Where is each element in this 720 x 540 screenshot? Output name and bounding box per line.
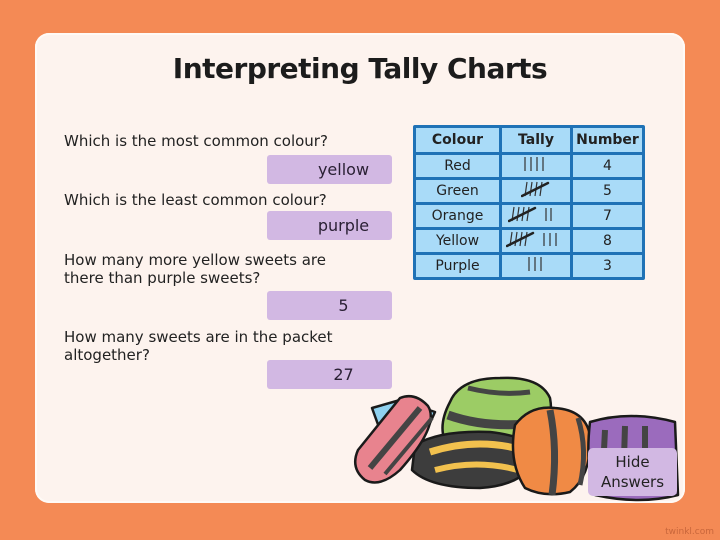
hide-answers-button[interactable]: Hide Answers xyxy=(588,448,677,496)
tally-gate-icon xyxy=(520,181,550,198)
cell-number: 5 xyxy=(573,180,642,202)
table-row: Green 5 xyxy=(416,180,642,202)
cell-colour: Yellow xyxy=(416,230,499,252)
hide-answers-line1: Hide xyxy=(615,453,650,471)
cell-number: 3 xyxy=(573,255,642,277)
brand-watermark: twinkl.com xyxy=(665,527,714,537)
question-altogether: How many sweets are in the packet altoge… xyxy=(64,328,333,364)
hide-answers-line2: Answers xyxy=(600,473,665,491)
cell-colour: Purple xyxy=(416,255,499,277)
question-least-common: Which is the least common colour? xyxy=(64,191,327,209)
header-colour: Colour xyxy=(416,128,499,152)
cell-number: 4 xyxy=(573,155,642,177)
question-most-common: Which is the most common colour? xyxy=(64,132,328,150)
table-row: Purple 3 xyxy=(416,255,642,277)
answer-text: 5 xyxy=(338,296,349,315)
question-line: How many sweets are in the packet xyxy=(64,328,333,346)
cell-colour: Green xyxy=(416,180,499,202)
cell-tally xyxy=(502,155,570,177)
cell-tally xyxy=(502,180,570,202)
question-line: there than purple sweets? xyxy=(64,269,261,287)
answer-text: yellow xyxy=(317,160,370,179)
table-row: Orange 7 xyxy=(416,205,642,227)
tally-gate-plus-two-icon xyxy=(507,206,552,223)
answer-how-many-more[interactable]: 5 xyxy=(267,291,392,320)
table-row: Yellow 8 xyxy=(416,230,642,252)
cell-tally xyxy=(502,255,570,277)
table-header-row: Colour Tally Number xyxy=(416,128,642,152)
answer-text: purple xyxy=(317,216,370,235)
header-tally: Tally xyxy=(502,128,570,152)
table-row: Red 4 xyxy=(416,155,642,177)
cell-colour: Orange xyxy=(416,205,499,227)
tally-table: Colour Tally Number Red 4 Green 5 Orange xyxy=(413,125,645,280)
cell-tally xyxy=(502,230,570,252)
header-number: Number xyxy=(573,128,642,152)
cell-tally xyxy=(502,205,570,227)
answer-least-common[interactable]: purple xyxy=(267,211,392,240)
tally-gate-plus-three-icon xyxy=(505,231,557,248)
cell-colour: Red xyxy=(416,155,499,177)
question-line: How many more yellow sweets are xyxy=(64,251,326,269)
cell-number: 8 xyxy=(573,230,642,252)
page-title: Interpreting Tally Charts xyxy=(172,52,548,85)
tally-marks-icon xyxy=(524,157,544,171)
cell-number: 7 xyxy=(573,205,642,227)
question-how-many-more: How many more yellow sweets are there th… xyxy=(64,251,326,287)
tally-marks-icon xyxy=(528,257,542,271)
answer-most-common[interactable]: yellow xyxy=(267,155,392,184)
